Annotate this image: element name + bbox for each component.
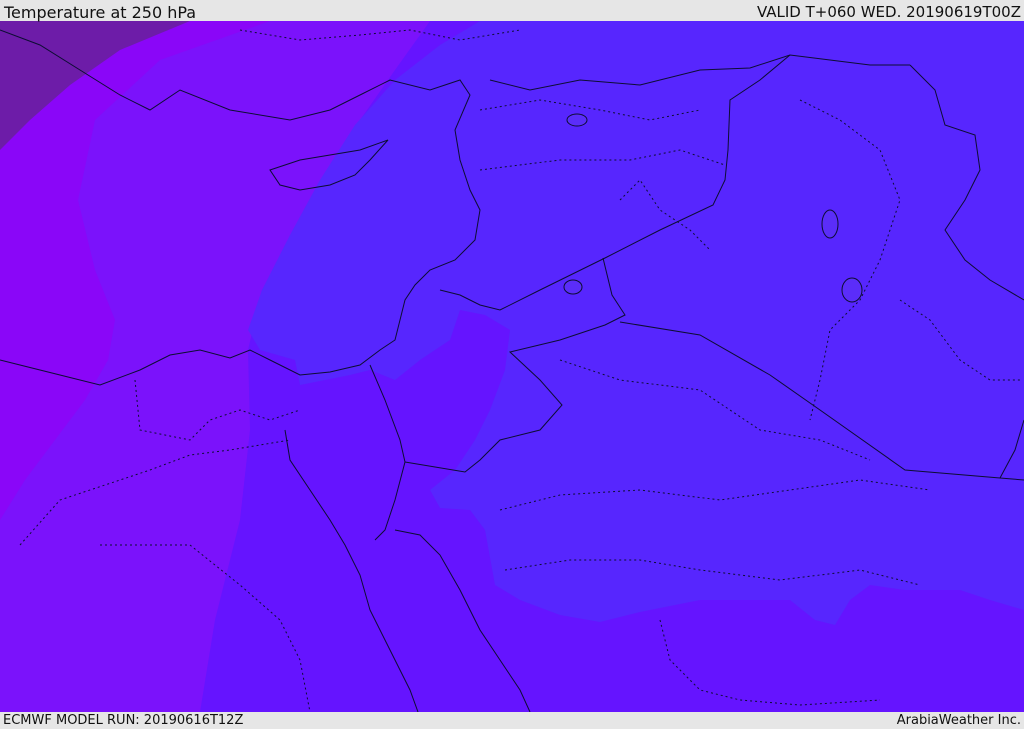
credit: ArabiaWeather Inc. [896, 713, 1021, 728]
map-footer: ECMWF MODEL RUN: 20190616T12Z ArabiaWeat… [0, 712, 1024, 729]
valid-time: VALID T+060 WED. 20190619T00Z [756, 3, 1021, 21]
temperature-map [0, 21, 1024, 712]
model-run: ECMWF MODEL RUN: 20190616T12Z [3, 713, 244, 728]
weather-map-frame: Temperature at 250 hPa VALID T+060 WED. … [0, 0, 1024, 729]
map-header: Temperature at 250 hPa VALID T+060 WED. … [0, 0, 1024, 22]
map-title: Temperature at 250 hPa [4, 3, 197, 22]
